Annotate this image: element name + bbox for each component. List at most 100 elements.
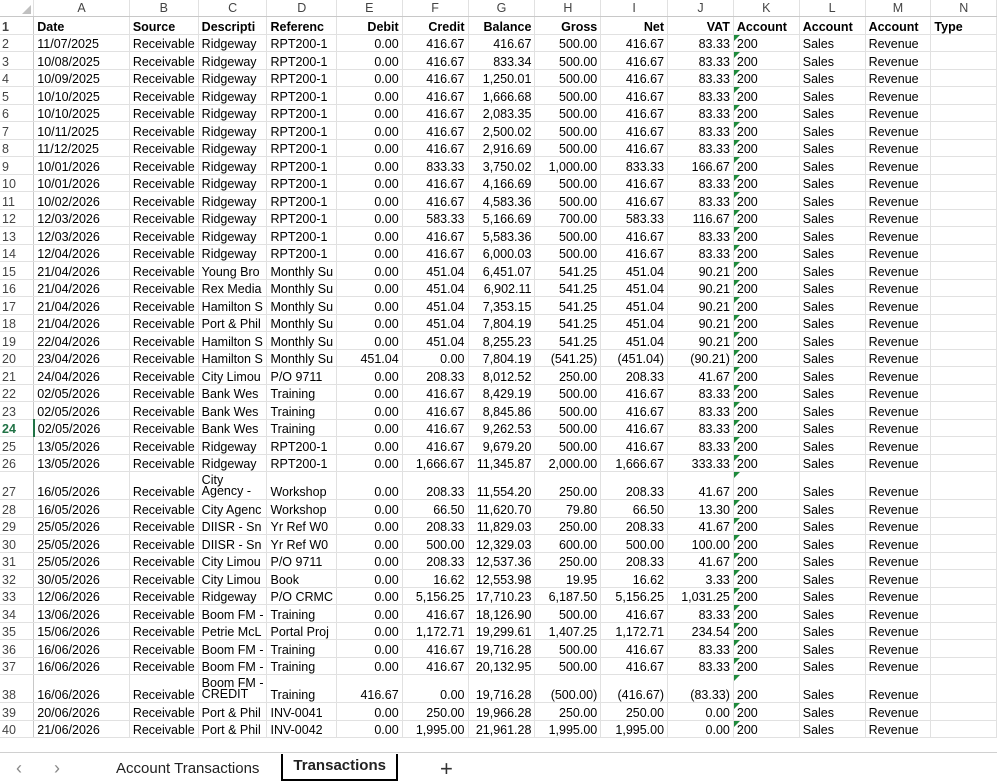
cell-description[interactable]: Ridgeway [198,587,268,605]
row-header[interactable]: 18 [0,314,35,332]
cell-reference[interactable]: Book [266,569,338,588]
cell-reference[interactable]: RPT200-1 [266,139,338,157]
cell-debit[interactable]: 0.00 [336,279,403,297]
cell-gross[interactable]: 500.00 [534,657,602,675]
cell-reference[interactable]: P/O 9711 [266,552,338,570]
cell-net[interactable]: 416.67 [600,86,669,105]
cell-account-name[interactable]: Sales [799,720,866,738]
column-header-f[interactable]: F [402,0,469,17]
cell-balance[interactable]: 12,553.98 [468,569,536,588]
cell-net[interactable]: 416.67 [600,174,669,192]
cell-net[interactable]: 416.67 [600,436,669,455]
cell-account-code[interactable]: 200 [733,604,800,623]
cell-account-code[interactable]: 200 [733,104,800,122]
cell-type[interactable] [930,657,997,675]
cell-net[interactable]: 208.33 [600,517,669,535]
cell-date[interactable]: 10/01/2026 [33,156,130,175]
cell-date[interactable]: 10/02/2026 [33,191,130,210]
cell-reference[interactable]: INV-0041 [266,702,338,721]
header-cell-debit[interactable]: Debit [336,16,403,35]
cell-reference[interactable]: RPT200-1 [266,86,338,105]
cell-source[interactable]: Receivable [129,552,199,570]
cell-reference[interactable]: RPT200-1 [266,191,338,210]
cell-account-code[interactable]: 200 [733,226,800,245]
cell-account-name[interactable]: Sales [799,384,866,402]
cell-balance[interactable]: 4,583.36 [468,191,536,210]
cell-gross[interactable]: 500.00 [534,226,602,245]
cell-gross[interactable]: 500.00 [534,604,602,623]
cell-vat[interactable]: 83.33 [667,226,734,245]
cell-account-type[interactable]: Revenue [865,499,932,518]
cell-date[interactable]: 16/05/2026 [33,499,130,518]
cell-description[interactable]: Ridgeway [198,104,268,122]
cell-description[interactable]: Ridgeway [198,86,268,105]
cell-account-type[interactable]: Revenue [865,639,932,658]
cell-debit[interactable]: 0.00 [336,657,403,675]
cell-account-type[interactable]: Revenue [865,244,932,262]
cell-account-code[interactable]: 200 [733,121,800,140]
cell-credit[interactable]: 416.67 [402,226,469,245]
cell-net[interactable]: 1,995.00 [600,720,669,738]
cell-description[interactable]: Boom FM - [198,657,268,675]
cell-credit[interactable]: 583.33 [402,209,469,227]
cell-debit[interactable]: 0.00 [336,331,403,350]
cell-account-type[interactable]: Revenue [865,279,932,297]
cell-source[interactable]: Receivable [129,209,199,227]
cell-type[interactable] [930,191,997,210]
cell-description[interactable]: DIISR - Sn [198,534,268,553]
cell-account-name[interactable]: Sales [799,401,866,420]
cell-type[interactable] [930,156,997,175]
cell-reference[interactable]: Monthly Su [266,331,338,350]
cell-debit[interactable]: 0.00 [336,51,403,70]
cell-net[interactable]: 208.33 [600,471,669,500]
cell-description[interactable]: City Limou [198,569,268,588]
header-cell-credit[interactable]: Credit [402,16,469,35]
cell-balance[interactable]: 8,012.52 [468,366,536,385]
cell-debit[interactable]: 0.00 [336,226,403,245]
cell-balance[interactable]: 19,966.28 [468,702,536,721]
cell-vat[interactable]: 83.33 [667,384,734,402]
sheet-tab-account-transactions[interactable]: Account Transactions [106,756,269,781]
cell-account-code[interactable]: 200 [733,331,800,350]
cell-account-code[interactable]: 200 [733,471,800,500]
cell-debit[interactable]: 0.00 [336,86,403,105]
cell-vat[interactable]: 90.21 [667,331,734,350]
cell-type[interactable] [930,209,997,227]
cell-balance[interactable]: 2,916.69 [468,139,536,157]
cell-reference[interactable]: Yr Ref W0 [266,534,338,553]
cell-type[interactable] [930,244,997,262]
cell-account-code[interactable]: 200 [733,191,800,210]
cell-net[interactable]: 416.67 [600,604,669,623]
row-header[interactable]: 26 [0,454,35,472]
cell-gross[interactable]: 500.00 [534,34,602,52]
cell-account-code[interactable]: 200 [733,384,800,402]
cell-credit[interactable]: 416.67 [402,657,469,675]
cell-date[interactable]: 10/09/2025 [33,69,130,87]
cell-account-code[interactable]: 200 [733,454,800,472]
cell-credit[interactable]: 416.67 [402,86,469,105]
cell-balance[interactable]: 2,500.02 [468,121,536,140]
row-header[interactable]: 13 [0,226,35,245]
cell-source[interactable]: Receivable [129,517,199,535]
cell-reference[interactable]: RPT200-1 [266,174,338,192]
cell-gross[interactable]: 19.95 [534,569,602,588]
cell-credit[interactable]: 451.04 [402,296,469,315]
header-cell-date[interactable]: Date [33,16,130,35]
cell-account-type[interactable]: Revenue [865,720,932,738]
cell-account-name[interactable]: Sales [799,139,866,157]
cell-account-type[interactable]: Revenue [865,86,932,105]
cell-account-code[interactable]: 200 [733,366,800,385]
cell-source[interactable]: Receivable [129,622,199,640]
row-header[interactable]: 1 [0,16,35,35]
cell-credit[interactable]: 416.67 [402,51,469,70]
row-header[interactable]: 32 [0,569,35,588]
cell-account-code[interactable]: 200 [733,279,800,297]
cell-description[interactable]: City Agenc [198,499,268,518]
cell-balance[interactable]: 4,166.69 [468,174,536,192]
cell-debit[interactable]: 0.00 [336,366,403,385]
cell-vat[interactable]: 100.00 [667,534,734,553]
row-header[interactable]: 16 [0,279,35,297]
cell-source[interactable]: Receivable [129,604,199,623]
cell-balance[interactable]: 5,166.69 [468,209,536,227]
cell-vat[interactable]: 90.21 [667,279,734,297]
